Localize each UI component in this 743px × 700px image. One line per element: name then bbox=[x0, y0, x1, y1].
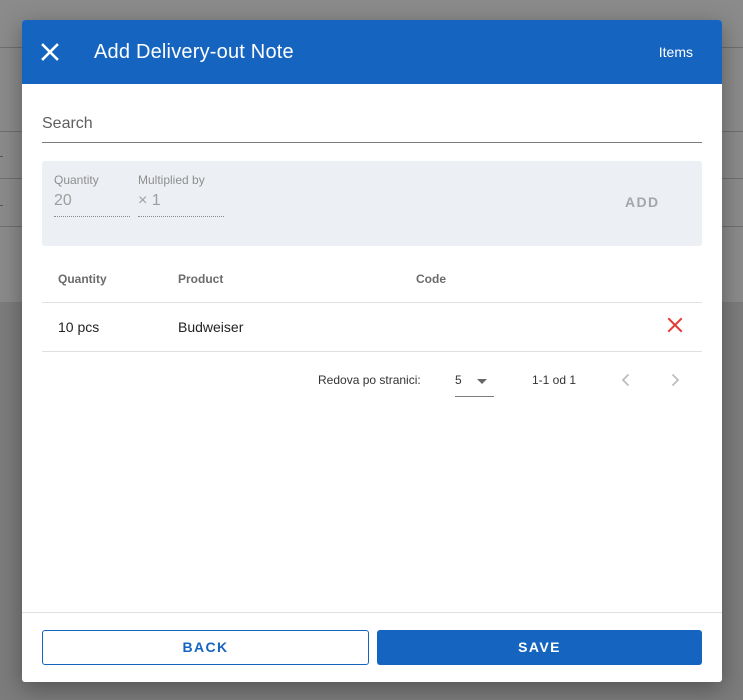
background-mark bbox=[0, 156, 3, 157]
save-button[interactable]: SAVE bbox=[377, 630, 702, 665]
quantity-field[interactable]: 20 bbox=[54, 192, 72, 210]
quantity-field-underline bbox=[54, 216, 130, 217]
quantity-label: Quantity bbox=[54, 173, 99, 187]
dialog-header: Add Delivery-out Note Items bbox=[22, 20, 722, 84]
close-icon bbox=[36, 38, 64, 66]
search-label: Search bbox=[42, 115, 93, 132]
multiplier-field-underline bbox=[138, 216, 224, 217]
items-button[interactable]: Items bbox=[659, 43, 693, 61]
rows-per-page-value: 5 bbox=[455, 373, 462, 387]
add-item-panel: Quantity 20 Multiplied by × 1 ADD bbox=[42, 161, 702, 246]
table-row: 10 pcs Budweiser bbox=[42, 303, 702, 352]
column-header-product[interactable]: Product bbox=[178, 272, 223, 286]
footer-divider bbox=[22, 612, 722, 613]
close-button[interactable] bbox=[36, 38, 64, 66]
rows-per-page-select[interactable]: 5 bbox=[455, 368, 494, 397]
add-button[interactable]: ADD bbox=[625, 194, 660, 210]
dialog-title: Add Delivery-out Note bbox=[94, 41, 294, 63]
caret-down-icon bbox=[477, 379, 487, 384]
column-header-quantity[interactable]: Quantity bbox=[58, 272, 107, 286]
back-button[interactable]: BACK bbox=[42, 630, 369, 665]
rows-per-page-label: Redova po stranici: bbox=[318, 373, 421, 387]
next-page-button[interactable] bbox=[665, 370, 685, 390]
delete-row-button[interactable] bbox=[667, 317, 683, 333]
multiplier-field[interactable]: × 1 bbox=[138, 192, 161, 210]
add-delivery-note-dialog: Add Delivery-out Note Items Search Quant… bbox=[22, 20, 722, 682]
chevron-left-icon bbox=[616, 373, 636, 394]
row-quantity: 10 pcs bbox=[58, 319, 100, 335]
search-input[interactable]: Search bbox=[42, 112, 702, 143]
background-mark bbox=[0, 205, 3, 206]
previous-page-button[interactable] bbox=[616, 370, 636, 390]
multiplier-label: Multiplied by bbox=[138, 173, 205, 187]
pagination-range: 1-1 od 1 bbox=[532, 373, 577, 387]
close-icon bbox=[667, 317, 683, 337]
chevron-right-icon bbox=[665, 373, 685, 394]
row-product: Budweiser bbox=[178, 319, 244, 335]
table-header: Quantity Product Code bbox=[42, 264, 702, 303]
column-header-code[interactable]: Code bbox=[416, 272, 446, 286]
